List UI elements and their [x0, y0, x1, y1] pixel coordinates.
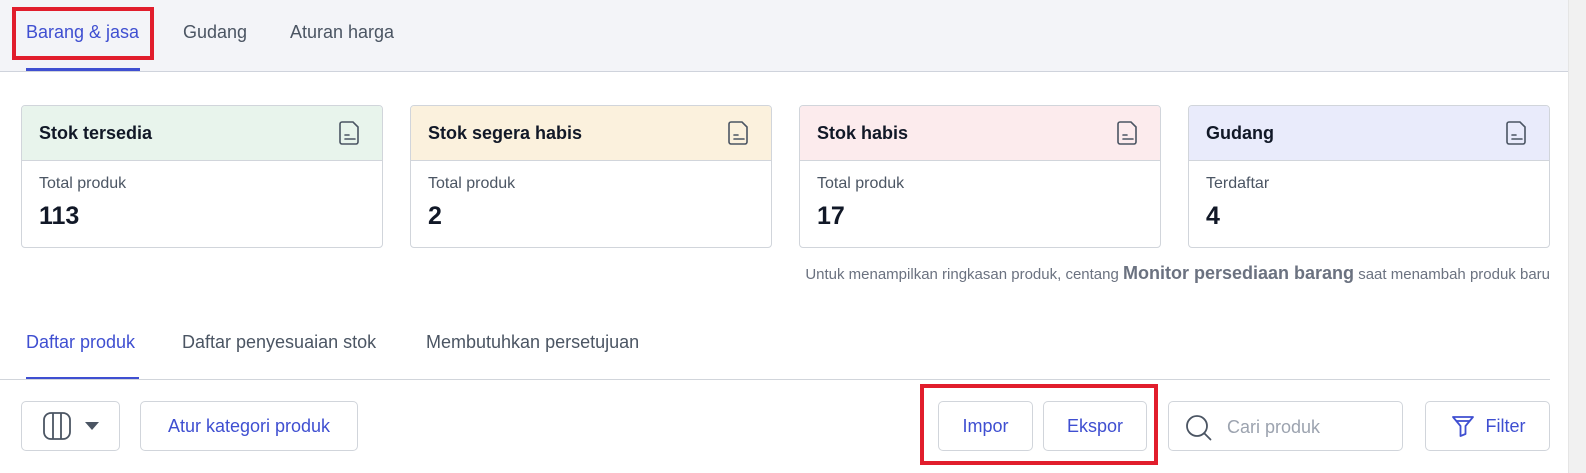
summary-hint: Untuk menampilkan ringkasan produk, cent… [805, 263, 1550, 284]
report-icon[interactable] [1505, 120, 1529, 146]
report-icon[interactable] [338, 120, 362, 146]
tab-daftar-penyesuaian-stok[interactable]: Daftar penyesuaian stok [182, 332, 376, 353]
filter-label: Filter [1485, 415, 1526, 436]
card-title: Gudang [1206, 123, 1274, 143]
filter-button[interactable]: Filter [1425, 401, 1550, 451]
card-label: Terdaftar [1206, 175, 1270, 192]
report-icon[interactable] [727, 120, 751, 146]
column-settings-button[interactable] [21, 401, 120, 451]
active-tab-indicator [26, 68, 140, 71]
card-stok-tersedia: Stok tersedia Total produk 113 [21, 105, 383, 248]
tab-daftar-produk[interactable]: Daftar produk [26, 332, 135, 353]
card-value: 17 [817, 202, 845, 230]
tab-membutuhkan-persetujuan[interactable]: Membutuhkan persetujuan [426, 332, 639, 353]
card-label: Total produk [817, 175, 905, 192]
search-input[interactable] [1227, 414, 1397, 440]
card-header: Stok segera habis [411, 106, 771, 161]
card-title: Stok habis [817, 123, 909, 143]
card-label: Total produk [39, 175, 127, 192]
product-category-button[interactable]: Atur kategori produk [140, 401, 358, 451]
highlight-box-import-export [920, 384, 1158, 465]
card-header: Stok tersedia [22, 106, 382, 161]
card-value: 4 [1206, 202, 1220, 230]
main-tab-bar: Barang & jasa Gudang Aturan harga [0, 0, 1568, 72]
product-search [1168, 401, 1403, 451]
card-stok-habis: Stok habis Total produk 17 [799, 105, 1161, 248]
columns-icon [42, 412, 71, 440]
card-value: 113 [39, 202, 80, 230]
active-subtab-indicator [26, 377, 139, 379]
card-gudang: Gudang Terdaftar 4 [1188, 105, 1550, 248]
report-icon[interactable] [1116, 120, 1140, 146]
card-stok-segera-habis: Stok segera habis Total produk 2 [410, 105, 772, 248]
hint-text-before: Untuk menampilkan ringkasan produk, cent… [805, 266, 1123, 283]
product-tab-bar: Daftar produk Daftar penyesuaian stok Me… [0, 320, 1550, 380]
tab-gudang[interactable]: Gudang [183, 22, 247, 43]
hint-text-bold: Monitor persediaan barang [1123, 263, 1355, 283]
card-title: Stok segera habis [428, 123, 583, 143]
card-label: Total produk [428, 175, 516, 192]
card-value: 2 [428, 202, 442, 230]
search-icon [1186, 415, 1212, 441]
tab-aturan-harga[interactable]: Aturan harga [290, 22, 394, 43]
card-header: Stok habis [800, 106, 1160, 161]
highlight-box-tab [12, 7, 154, 60]
filter-icon [1451, 416, 1474, 437]
hint-text-after: saat menambah produk baru [1354, 266, 1550, 283]
vertical-scrollbar[interactable] [1568, 0, 1586, 473]
chevron-down-icon [84, 422, 99, 430]
card-header: Gudang [1189, 106, 1549, 161]
card-title: Stok tersedia [39, 123, 153, 143]
